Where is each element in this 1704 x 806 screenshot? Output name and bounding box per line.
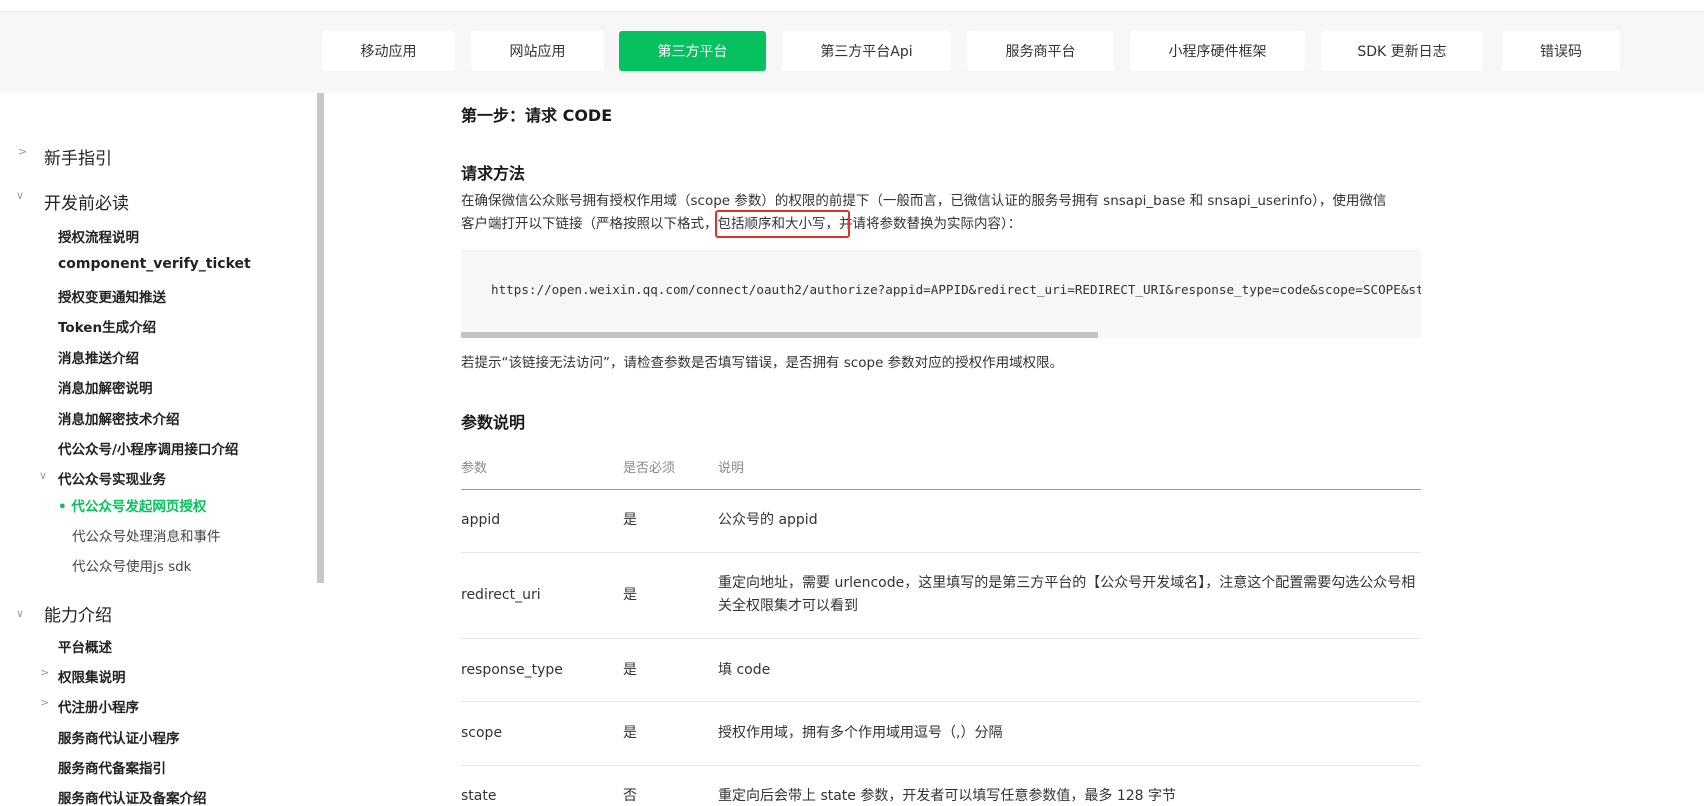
table-header-description: 说明: [718, 461, 745, 476]
table-cell-desc: 填 code: [718, 662, 771, 678]
sidebar-item-platform-overview[interactable]: 平台概述: [58, 636, 112, 656]
sidebar-item-encrypt-desc[interactable]: 消息加解密说明: [58, 377, 153, 397]
table-cell-required: 是: [623, 587, 637, 603]
chevron-down-icon[interactable]: ∨: [16, 607, 24, 620]
top-strip: [0, 0, 1704, 12]
sidebar-item-certify-miniprogram[interactable]: 服务商代认证小程序: [58, 727, 180, 747]
tab-website-app[interactable]: 网站应用: [471, 31, 604, 71]
tab-error-codes[interactable]: 错误码: [1502, 31, 1620, 71]
sidebar-item-auth-change-push[interactable]: 授权变更通知推送: [58, 286, 166, 306]
sidebar-item-js-sdk[interactable]: 代公众号使用js sdk: [72, 555, 192, 575]
table-cell-required: 否: [623, 788, 637, 804]
sidebar-section-abilities[interactable]: 能力介绍: [44, 601, 112, 626]
top-navigation: 移动应用 网站应用 第三方平台 第三方平台Api 服务商平台 小程序硬件框架 S…: [0, 12, 1704, 93]
sidebar-item-auth-flow[interactable]: 授权流程说明: [58, 226, 139, 246]
description-text: 并请将参数替换为实际内容）：: [839, 216, 1022, 232]
table-header-param: 参数: [461, 461, 488, 476]
table-cell-param: state: [461, 788, 497, 804]
table-cell-desc: 公众号的 appid: [718, 512, 818, 528]
hint-text: 若提示“该链接无法访问”，请检查参数是否填写错误，是否拥有 scope 参数对应…: [461, 355, 1064, 371]
tab-mobile-app[interactable]: 移动应用: [322, 31, 455, 71]
highlight-box: [715, 210, 850, 238]
sidebar-item-message-push[interactable]: 消息推送介绍: [58, 347, 139, 367]
chevron-down-icon[interactable]: ∨: [16, 189, 24, 202]
description-line-1: 在确保微信公众账号拥有授权作用域（scope 参数）的权限的前提下（一般而言，已…: [461, 193, 1387, 209]
table-cell-required: 是: [623, 512, 637, 528]
request-method-title: 请求方法: [461, 164, 526, 183]
tab-third-party-platform[interactable]: 第三方平台: [619, 31, 766, 71]
sidebar-scrollbar[interactable]: [317, 93, 324, 583]
table-row-divider: [461, 701, 1421, 702]
step-title: 第一步：请求 CODE: [461, 106, 613, 125]
table-cell-required: 是: [623, 725, 637, 741]
tab-sdk-changelog[interactable]: SDK 更新日志: [1321, 31, 1483, 71]
sidebar-item-encrypt-tech[interactable]: 消息加解密技术介绍: [58, 408, 180, 428]
sidebar-item-handle-events[interactable]: 代公众号处理消息和事件: [72, 525, 221, 545]
sidebar-item-token[interactable]: Token生成介绍: [58, 316, 156, 336]
table-cell-param: response_type: [461, 662, 563, 678]
main-content: 第一步：请求 CODE 请求方法 在确保微信公众账号拥有授权作用域（scope …: [461, 93, 1421, 806]
chevron-right-icon[interactable]: >: [40, 666, 49, 679]
sidebar-section-beginner-guide[interactable]: 新手指引: [44, 144, 112, 169]
table-cell-param: scope: [461, 725, 503, 741]
sidebar-item-business[interactable]: 代公众号实现业务: [58, 468, 166, 488]
table-header-divider: [461, 489, 1421, 490]
table-row-divider: [461, 765, 1421, 766]
table-cell-required: 是: [623, 662, 637, 678]
sidebar-item-label: 代公众号发起网页授权: [71, 499, 207, 515]
table-cell-desc: 重定向后会带上 state 参数，开发者可以填写任意参数值，最多 128 字节: [718, 788, 1176, 804]
table-header-required: 是否必须: [623, 461, 676, 476]
code-block: https://open.weixin.qq.com/connect/oauth…: [461, 250, 1421, 332]
sidebar-item-verify-ticket[interactable]: component_verify_ticket: [58, 256, 251, 272]
tab-service-provider[interactable]: 服务商平台: [967, 31, 1114, 71]
table-row-divider: [461, 552, 1421, 553]
active-bullet-icon: •: [58, 499, 72, 515]
tab-miniprogram-hardware[interactable]: 小程序硬件框架: [1130, 31, 1305, 71]
sidebar-section-before-dev[interactable]: 开发前必读: [44, 189, 129, 214]
sidebar-item-api-intro[interactable]: 代公众号/小程序调用接口介绍: [58, 438, 238, 458]
sidebar-item-filing-guide[interactable]: 服务商代备案指引: [58, 757, 166, 777]
chevron-right-icon[interactable]: >: [40, 696, 49, 709]
tab-third-party-api[interactable]: 第三方平台Api: [782, 31, 951, 71]
table-row-divider: [461, 638, 1421, 639]
chevron-right-icon[interactable]: >: [18, 145, 27, 158]
table-cell-param: appid: [461, 512, 501, 528]
sidebar-item-web-auth-active[interactable]: • 代公众号发起网页授权: [58, 495, 206, 515]
params-title: 参数说明: [461, 413, 526, 432]
table-cell-desc: 关全权限集才可以看到: [718, 598, 858, 614]
table-cell-param: redirect_uri: [461, 587, 541, 603]
description-text: 客户端打开以下链接（严格按照以下格式，: [461, 216, 718, 232]
table-cell-desc: 重定向地址，需要 urlencode，这里填写的是第三方平台的【公众号开发域名】…: [718, 575, 1416, 591]
sidebar-item-permission-sets[interactable]: 权限集说明: [58, 666, 126, 686]
sidebar-nav: > 新手指引 ∨ 开发前必读 授权流程说明 component_verify_t…: [0, 93, 323, 806]
chevron-down-icon[interactable]: ∨: [39, 469, 47, 482]
table-cell-desc: 授权作用域，拥有多个作用域用逗号（,）分隔: [718, 725, 1003, 741]
sidebar-item-certify-filing[interactable]: 服务商代认证及备案介绍: [58, 787, 207, 806]
code-horizontal-scrollbar[interactable]: [461, 332, 1098, 338]
sidebar-item-register-miniprogram[interactable]: 代注册小程序: [58, 696, 139, 716]
authorize-url[interactable]: https://open.weixin.qq.com/connect/oauth…: [491, 282, 1421, 297]
